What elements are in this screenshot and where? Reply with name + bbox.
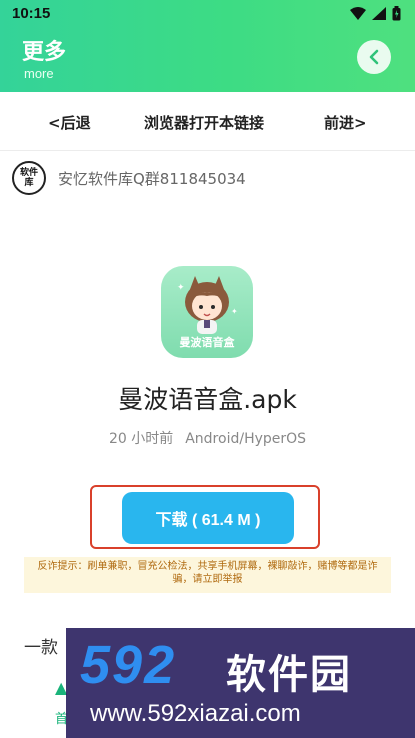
status-bar: 10:15 [0, 0, 415, 28]
character-illustration: ✦ ✦ [177, 276, 238, 334]
anti-fraud-notice: 反诈提示：刷单兼职，冒充公检法，共享手机屏幕，裸聊敲诈，赌博等都是诈骗，请立即举… [24, 557, 391, 593]
watermark-logo: 592 [80, 635, 177, 695]
nav-back-link[interactable]: <后退 [48, 112, 91, 133]
chevron-left-icon [369, 49, 379, 65]
open-in-browser-link[interactable]: 浏览器打开本链接 [144, 112, 264, 133]
app-icon: ✦ ✦ 曼波语音盒 [161, 266, 253, 358]
page-title: 更多 [22, 40, 67, 65]
file-time: 20 小时前 [108, 431, 174, 447]
watermark: 592 软件园 www.592xiazai.com [66, 628, 415, 738]
download-button[interactable]: 下载 ( 61.4 M ) [122, 492, 294, 544]
file-meta: 20 小时前 Android/HyperOS [0, 428, 415, 448]
nav-forward-link[interactable]: 前进> [324, 112, 367, 133]
signal-icon [372, 7, 386, 20]
avatar: 软件库 [12, 161, 46, 195]
app-icon-label: 曼波语音盒 [179, 336, 235, 349]
back-button[interactable] [357, 40, 391, 74]
group-info[interactable]: 软件库 安忆软件库Q群811845034 [12, 160, 246, 196]
svg-text:✦: ✦ [231, 307, 238, 316]
group-text: 安忆软件库Q群811845034 [58, 169, 246, 188]
status-icons [350, 6, 401, 21]
svg-text:✦: ✦ [177, 283, 185, 293]
browser-nav-bar: <后退 浏览器打开本链接 前进> [0, 92, 415, 151]
file-platform: Android/HyperOS [185, 431, 307, 447]
battery-icon [392, 6, 401, 21]
watermark-url: www.592xiazai.com [90, 700, 301, 727]
wifi-icon [350, 7, 366, 20]
file-name: 曼波语音盒.apk [118, 385, 297, 414]
watermark-brand: 软件园 [226, 652, 352, 698]
app-header: 更多 more [0, 28, 415, 92]
page-subtitle: more [24, 66, 54, 81]
app-description: 一款 [24, 638, 58, 658]
status-time: 10:15 [12, 5, 51, 22]
